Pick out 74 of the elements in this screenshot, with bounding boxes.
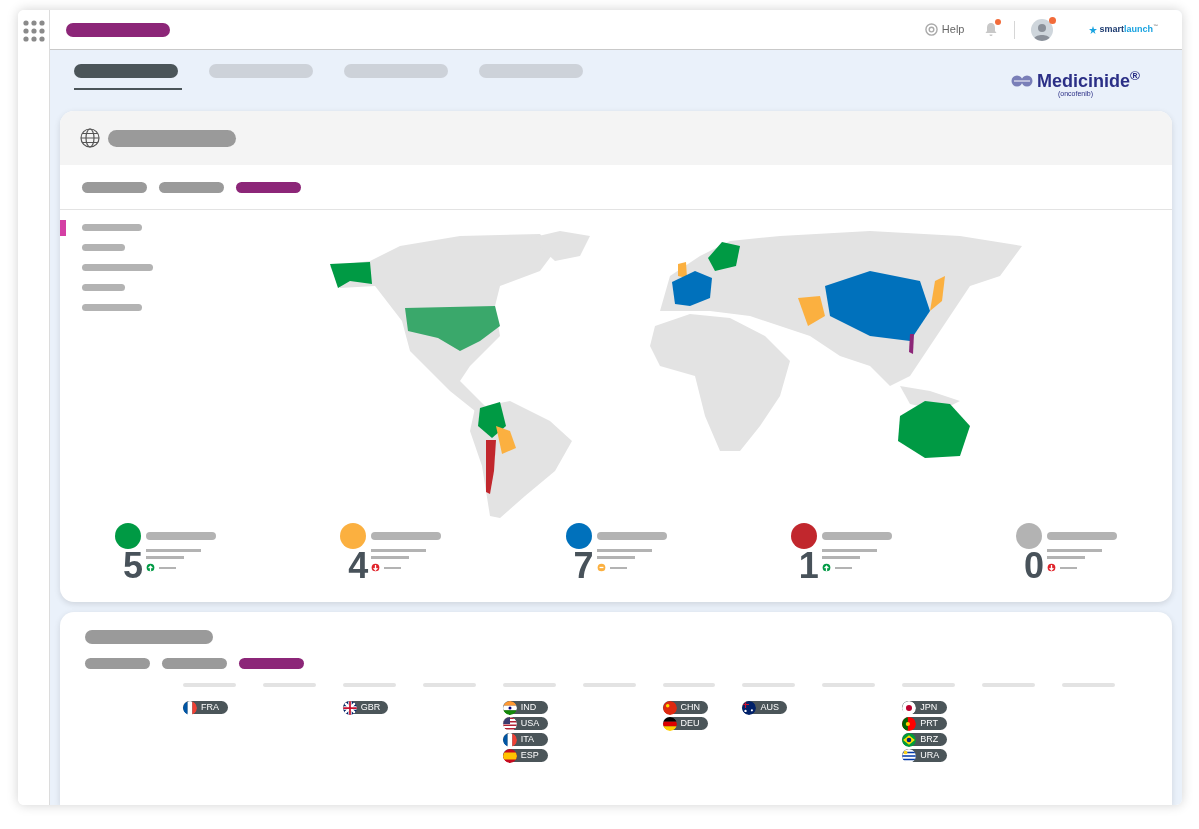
tab[interactable] (239, 658, 304, 669)
text-placeholder (159, 566, 176, 569)
flag-icon (502, 700, 517, 715)
stat-value: 0 (1023, 548, 1044, 584)
country-chip: BRZ (902, 733, 948, 746)
arrow-up-icon (821, 563, 831, 572)
country-chip: URA (902, 749, 948, 762)
text-placeholder (821, 549, 877, 552)
stat-value: 7 (573, 548, 594, 584)
flag-icon (502, 748, 517, 763)
country-chip: IND (502, 701, 548, 714)
selection-indicator (60, 219, 66, 236)
country-chip: ESP (502, 749, 548, 762)
text-placeholder (821, 556, 860, 559)
country-chip: GBR (342, 701, 388, 714)
text-placeholder (82, 264, 153, 271)
text-placeholder (596, 556, 635, 559)
app-grid-icon[interactable] (22, 20, 45, 42)
country-chip: AUS (742, 701, 788, 714)
text-placeholder (146, 556, 184, 559)
text-placeholder (1060, 566, 1077, 569)
flag-icon (662, 716, 677, 731)
text-placeholder (596, 549, 652, 552)
globe-icon (80, 128, 100, 148)
text-placeholder (82, 304, 142, 311)
flag-icon (902, 732, 917, 747)
country-chip: PRT (902, 717, 948, 730)
dash-icon (596, 563, 606, 572)
stat-value: 1 (798, 548, 819, 584)
text-placeholder (834, 566, 852, 569)
star-icon (1089, 25, 1098, 34)
flag-icon (902, 700, 917, 715)
text-placeholder (371, 532, 442, 540)
country-chip: JPN (902, 701, 948, 714)
text-placeholder (371, 549, 427, 552)
flag-icon (342, 700, 357, 715)
text-placeholder (371, 556, 410, 559)
tab[interactable] (236, 181, 301, 193)
avatar-icon[interactable] (1031, 18, 1054, 41)
nav-tab[interactable] (74, 64, 182, 90)
help-button[interactable]: Help (924, 21, 965, 38)
country-chip: CHN (662, 701, 708, 714)
text-placeholder (146, 549, 201, 552)
stat-value: 4 (348, 548, 369, 584)
arrow-down-icon (371, 563, 381, 572)
text-placeholder (146, 532, 216, 540)
help-icon (924, 23, 938, 36)
flag-icon (502, 732, 517, 747)
arrow-up-icon (146, 563, 155, 572)
arrow-down-icon (1047, 563, 1056, 572)
text-placeholder (1047, 556, 1085, 559)
text-placeholder (384, 566, 402, 569)
bell-icon[interactable] (984, 22, 999, 37)
brand-name: Medicinide$^{®}$ (1037, 72, 1140, 90)
text-placeholder (596, 532, 667, 540)
country-chip: DEU (662, 717, 708, 730)
flag-icon (502, 716, 517, 731)
flag-icon (662, 700, 677, 715)
flag-icon (902, 748, 917, 763)
stat-value: 5 (122, 548, 143, 584)
text-placeholder (82, 284, 125, 291)
text-placeholder (1047, 549, 1102, 552)
text-placeholder (82, 244, 125, 251)
flag-icon (183, 700, 197, 715)
flag-icon (742, 700, 757, 715)
text-placeholder (1047, 532, 1117, 540)
text-placeholder (609, 566, 627, 569)
brand-mark-icon (1011, 75, 1034, 87)
text-placeholder (82, 224, 142, 231)
country-chip: FRA (183, 701, 228, 714)
country-chip: ITA (502, 733, 548, 746)
text-placeholder (821, 532, 892, 540)
flag-icon (902, 716, 917, 731)
country-chip: USA (502, 717, 548, 730)
